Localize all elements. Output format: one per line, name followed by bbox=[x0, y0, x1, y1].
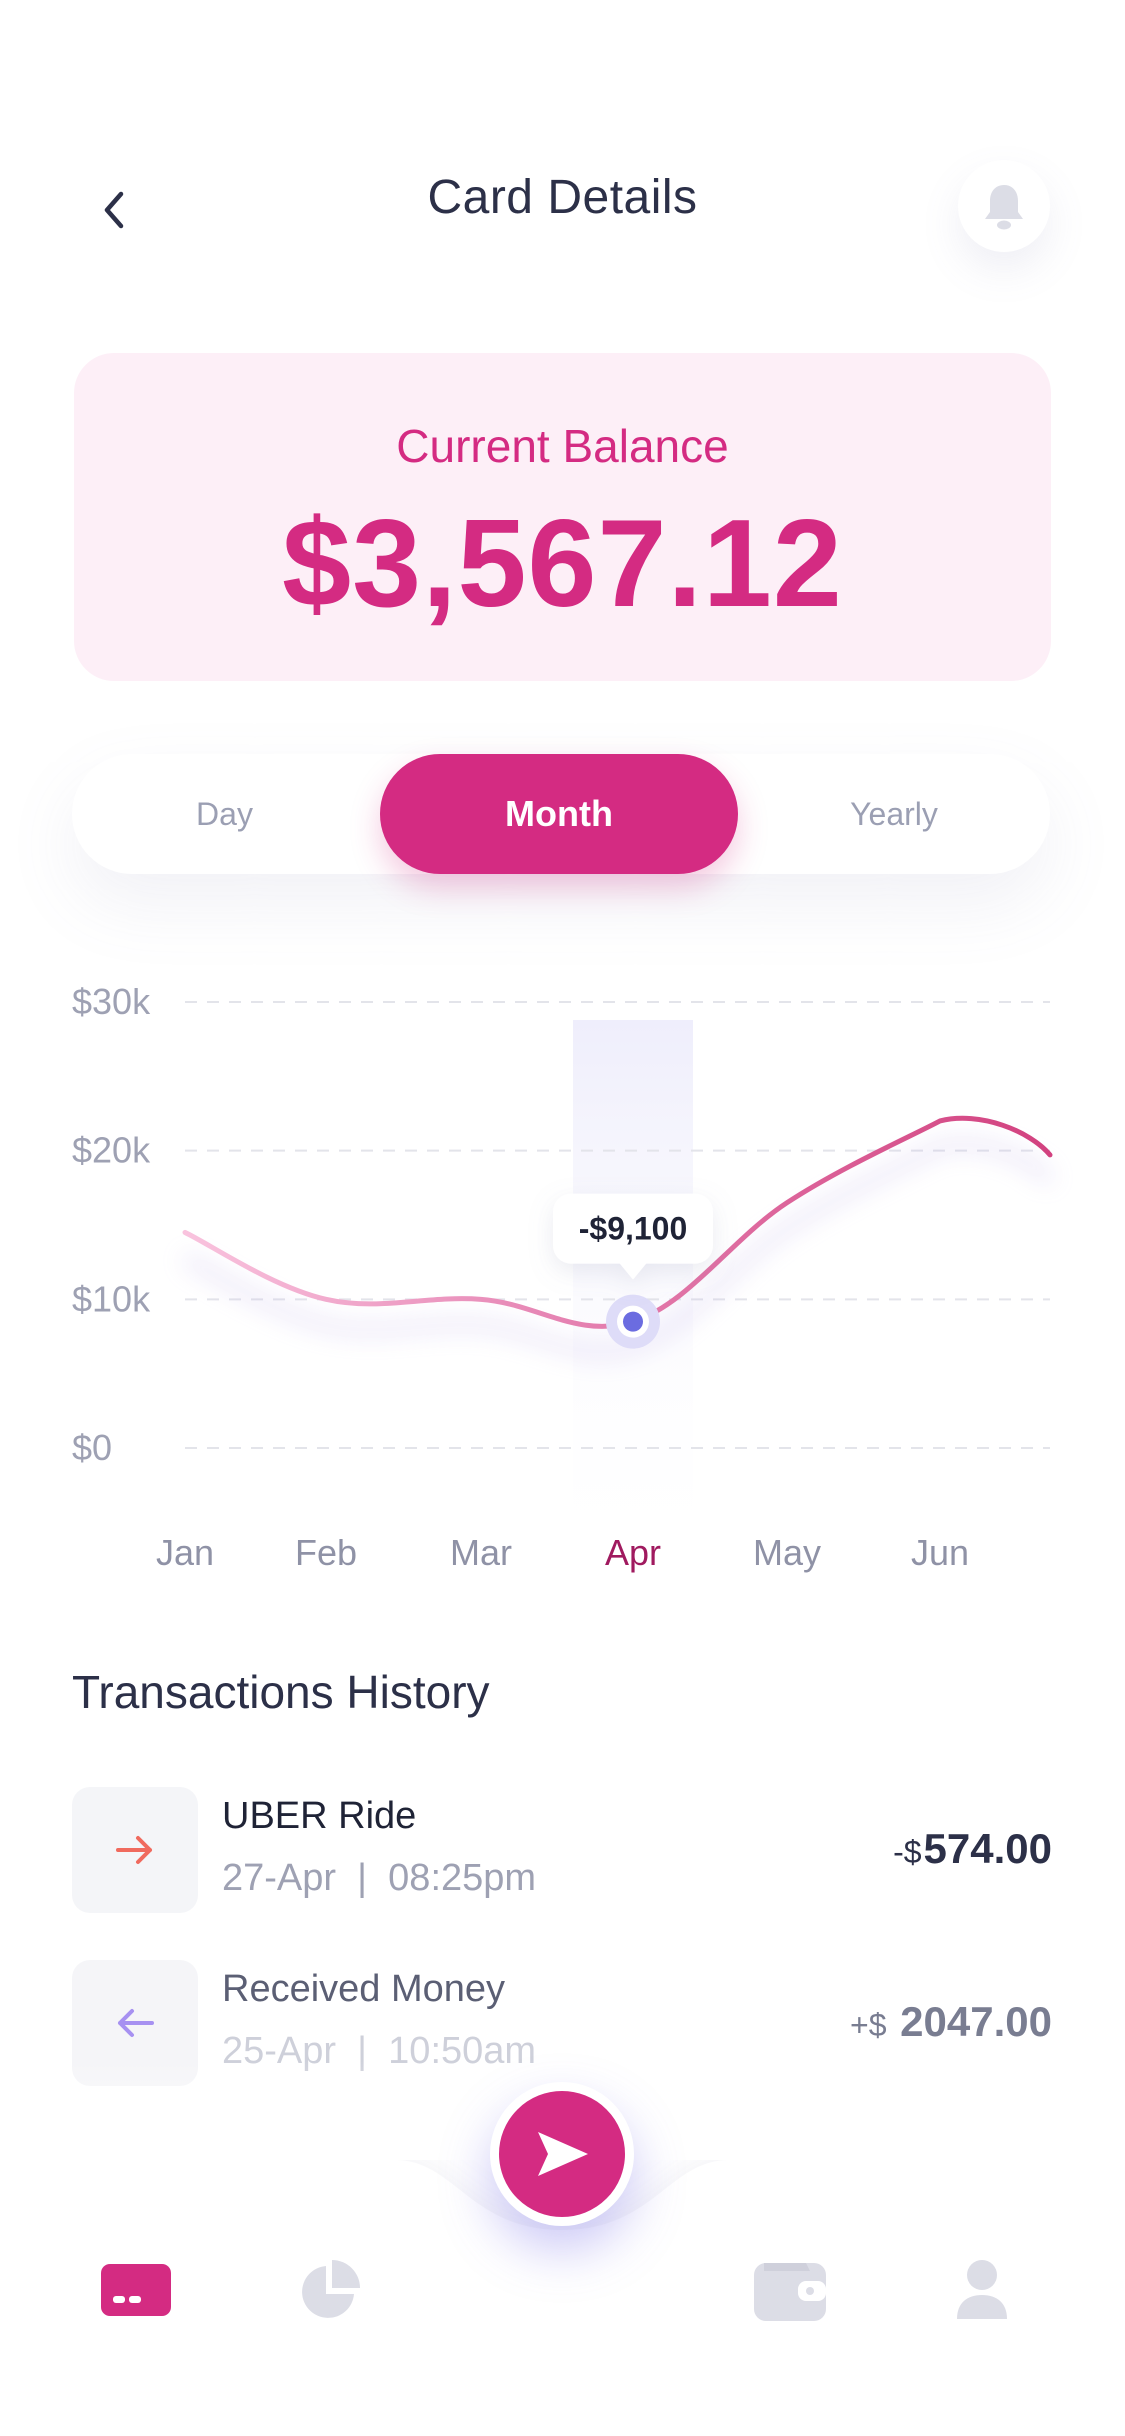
transactions-title: Transactions History bbox=[72, 1666, 490, 1718]
nav-item-statistics[interactable] bbox=[280, 2240, 380, 2340]
tooltip-label: -$9,100 bbox=[579, 1211, 688, 1247]
period-toggle: Day Month Yearly bbox=[72, 754, 1050, 874]
y-tick-label: $20k bbox=[72, 1130, 151, 1171]
arrow-right-icon bbox=[116, 1836, 152, 1864]
x-tick-label: May bbox=[753, 1532, 821, 1573]
arrow-left-icon bbox=[118, 2009, 154, 2037]
data-point bbox=[783, 1199, 791, 1207]
balance-chart: $30k $20k $10k $0 Jan Feb Mar Apr May Jun -$9,100 bbox=[0, 950, 1125, 1590]
wallet-icon bbox=[754, 2263, 826, 2321]
transaction-amount: +$ 2047.00 bbox=[850, 1998, 1052, 2046]
transaction-amount-value: 2047.00 bbox=[900, 1998, 1052, 2045]
balance-label: Current Balance bbox=[396, 420, 729, 472]
nav-item-wallet[interactable] bbox=[740, 2240, 840, 2340]
data-point bbox=[322, 1295, 330, 1303]
transaction-sign: -$ bbox=[893, 1834, 922, 1870]
x-tick-label: Feb bbox=[295, 1532, 357, 1573]
user-icon bbox=[957, 2260, 1007, 2319]
transaction-sign: +$ bbox=[850, 2007, 887, 2043]
page-title: Card Details bbox=[427, 171, 698, 224]
y-tick-label: $10k bbox=[72, 1278, 151, 1319]
transaction-date: 27-Apr bbox=[222, 1857, 337, 1899]
transaction-amount: -$574.00 bbox=[893, 1825, 1052, 1873]
highlight-point bbox=[623, 1311, 643, 1332]
data-point bbox=[181, 1228, 189, 1236]
bell-icon bbox=[985, 185, 1023, 230]
chart-svg: $30k $20k $10k $0 Jan Feb Mar Apr May Jun -$9,100 bbox=[72, 981, 1054, 1580]
period-option-yearly[interactable]: Yearly bbox=[738, 754, 1050, 874]
period-option-day[interactable]: Day bbox=[72, 754, 377, 874]
card-icon bbox=[101, 2264, 171, 2316]
x-tick-label: Jun bbox=[911, 1532, 969, 1573]
send-money-button[interactable] bbox=[490, 2082, 634, 2226]
send-icon bbox=[538, 2132, 588, 2176]
x-tick-label: Mar bbox=[450, 1532, 512, 1573]
x-tick-label: Apr bbox=[605, 1532, 661, 1573]
header: Card Details bbox=[0, 150, 1125, 260]
data-point bbox=[477, 1295, 485, 1303]
y-tick-label: $0 bbox=[72, 1427, 112, 1468]
transaction-name: UBER Ride bbox=[222, 1795, 417, 1837]
balance-card: Current Balance $3,567.12 bbox=[74, 353, 1051, 681]
transaction-amount-value: 574.00 bbox=[923, 1825, 1052, 1872]
notifications-button[interactable] bbox=[958, 160, 1050, 252]
nav-item-profile[interactable] bbox=[932, 2240, 1032, 2340]
transaction-datetime: 27-Apr | 08:25pm bbox=[222, 1857, 537, 1899]
transaction-icon-box bbox=[72, 1787, 198, 1913]
transaction-row[interactable]: UBER Ride 27-Apr | 08:25pm -$574.00 bbox=[72, 1787, 1052, 1913]
data-point bbox=[936, 1117, 944, 1125]
y-tick-label: $30k bbox=[72, 981, 151, 1022]
period-option-month[interactable]: Month bbox=[380, 754, 738, 874]
pie-chart-icon bbox=[302, 2260, 360, 2318]
x-tick-label: Jan bbox=[156, 1532, 214, 1573]
transaction-time: 08:25pm bbox=[388, 1857, 537, 1899]
nav-item-card[interactable] bbox=[86, 2240, 186, 2340]
transaction-name: Received Money bbox=[222, 1968, 506, 2010]
balance-value: $3,567.12 bbox=[282, 495, 843, 633]
